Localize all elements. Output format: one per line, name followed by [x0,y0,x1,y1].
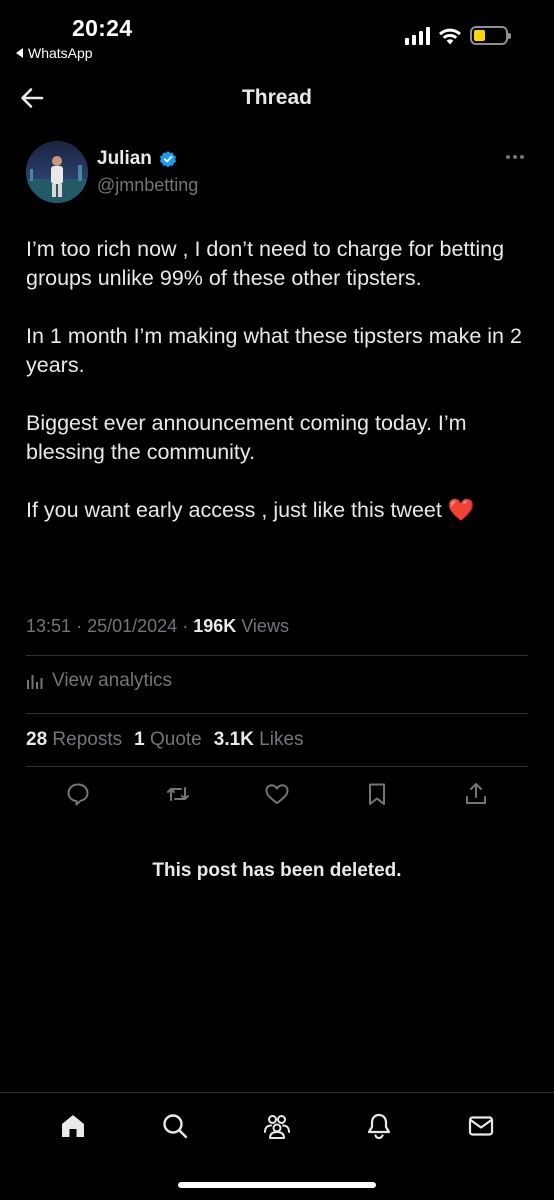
post-paragraph-last: If you want early access , just like thi… [26,496,531,525]
likes-count: 3.1K [213,729,254,750]
status-bar: 20:24 WhatsApp [0,0,554,70]
avatar-image [26,141,88,203]
post-text: I’m too rich now , I don’t need to charg… [26,235,531,554]
back-app-label: WhatsApp [28,45,93,61]
wifi-icon [439,28,461,44]
author-name[interactable]: Julian [97,148,152,170]
home-indicator[interactable] [178,1182,376,1188]
post-date[interactable]: 25/01/2024 [87,616,177,636]
divider [26,766,528,767]
divider [26,713,528,714]
view-analytics-link[interactable]: View analytics [26,670,172,692]
divider [26,655,528,656]
post-paragraph: Biggest ever announcement coming today. … [26,411,467,464]
reply-icon[interactable] [64,780,92,808]
view-analytics-label: View analytics [52,670,173,691]
quotes-stat[interactable]: 1 Quote [134,729,202,751]
share-icon[interactable] [462,780,490,808]
post-meta: 13:51 · 25/01/2024 · 196K Views [26,616,289,637]
battery-icon [470,26,511,45]
battery-level [474,30,485,41]
page-title: Thread [241,86,312,109]
post-time[interactable]: 13:51 [26,616,71,636]
reposts-count: 28 [26,729,48,750]
analytics-icon [27,675,43,689]
likes-stat[interactable]: 3.1K Likes [214,729,304,751]
quotes-count: 1 [134,729,145,750]
cellular-signal-icon [405,26,430,45]
status-time: 20:24 [72,15,133,41]
back-to-app-link[interactable]: WhatsApp [16,45,93,61]
system-icons [405,26,511,45]
home-icon[interactable] [58,1111,88,1141]
post-paragraph: In 1 month I’m making what these tipster… [26,324,522,377]
repost-icon[interactable] [164,780,192,808]
verified-badge-icon [159,151,176,168]
post-paragraph: I’m too rich now , I don’t need to charg… [26,237,505,290]
reposts-label: Reposts [52,729,123,750]
engagement-stats: 28 Reposts 1 Quote 3.1K Likes [26,729,304,751]
views-count: 196K [193,616,237,636]
author-handle[interactable]: @jmnbetting [97,175,198,196]
deleted-post-notice: This post has been deleted. [152,860,402,881]
more-options-icon[interactable] [506,155,524,159]
thread-header: Thread [0,70,554,126]
communities-icon[interactable] [262,1111,292,1141]
author-name-row[interactable]: Julian [97,148,178,170]
avatar[interactable] [26,141,88,203]
meta-separator: · [182,616,189,636]
search-icon[interactable] [160,1111,190,1141]
back-triangle-icon [16,48,23,58]
bookmark-icon[interactable] [363,780,391,808]
post-actions [26,780,528,808]
heart-emoji: ❤️ [447,498,475,522]
post-paragraph: If you want early access , just like thi… [26,498,442,522]
reposts-stat[interactable]: 28 Reposts [26,729,122,751]
like-icon[interactable] [263,780,291,808]
meta-separator: · [76,616,83,636]
quotes-label: Quote [149,729,202,750]
likes-label: Likes [259,729,304,750]
views-label: Views [241,616,289,636]
messages-icon[interactable] [466,1111,496,1141]
notifications-icon[interactable] [364,1111,394,1141]
